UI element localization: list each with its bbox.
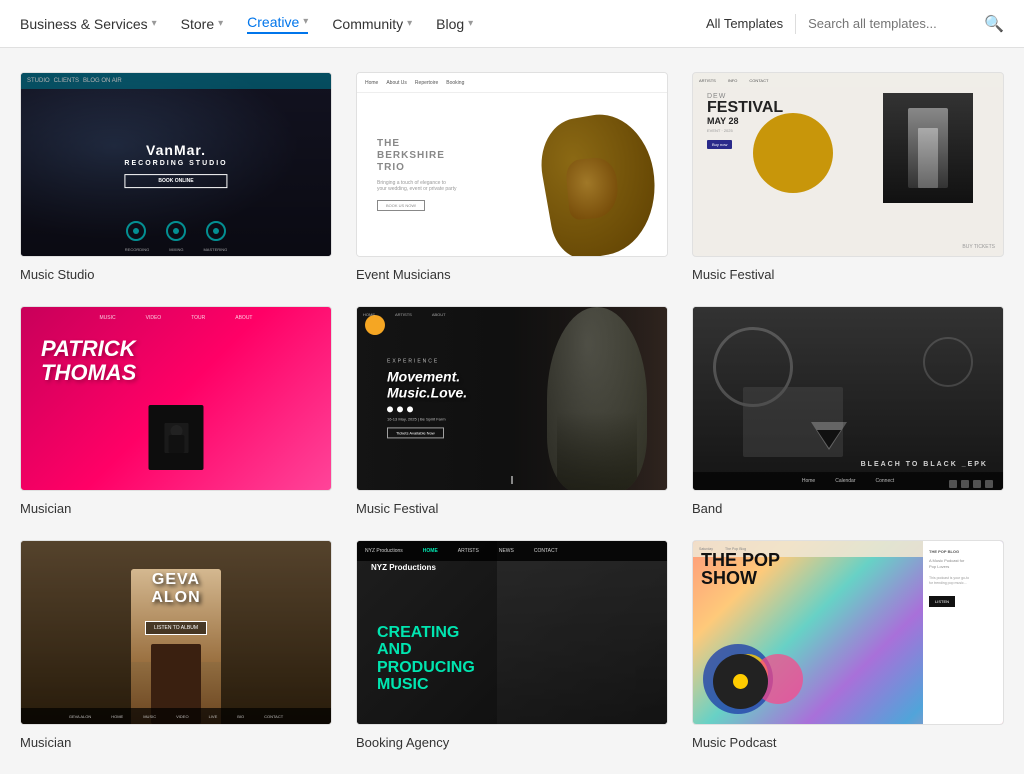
template-card-band[interactable]: BLEACH TO BLACK _EPK HomeCalendarConnect… <box>692 306 1004 516</box>
template-card-musician-2[interactable]: GEVAALON LISTEN TO ALBUM GEVA ALONHOMEMU… <box>20 540 332 750</box>
chevron-icon-creative: ▾ <box>303 16 308 27</box>
search-icon-button[interactable]: 🔍 <box>984 14 1004 34</box>
template-label-music-festival-1: Music Festival <box>692 267 1004 282</box>
template-card-music-festival-2[interactable]: HOME ARTISTS ABOUT EXPERIENCE Movement.M… <box>356 306 668 516</box>
nav-right: All Templates 🔍 <box>706 14 1004 34</box>
nav-label-store: Store <box>181 16 214 32</box>
template-grid: STUDIOCLIENTSBLOG ON AIR VanMar. RECORDI… <box>20 72 1004 750</box>
chevron-icon-store: ▾ <box>218 18 223 29</box>
template-label-musician: Musician <box>20 501 332 516</box>
template-card-booking-agency[interactable]: NYZ Productions HOME ARTISTS NEWS CONTAC… <box>356 540 668 750</box>
nav-label-community: Community <box>332 16 403 32</box>
chevron-icon-community: ▾ <box>407 18 412 29</box>
template-card-music-festival-1[interactable]: ARTISTS INFO CONTACT DEW FESTIVAL MAY 28… <box>692 72 1004 282</box>
nav-item-creative[interactable]: Creative ▾ <box>247 14 308 34</box>
template-label-music-podcast: Music Podcast <box>692 735 1004 750</box>
template-label-booking-agency: Booking Agency <box>356 735 668 750</box>
template-label-musician-2: Musician <box>20 735 332 750</box>
template-thumbnail-musician: MUSICVIDEOTOURABOUT PATRICKTHOMAS <box>20 306 332 491</box>
template-thumbnail-music-festival-2: HOME ARTISTS ABOUT EXPERIENCE Movement.M… <box>356 306 668 491</box>
template-thumbnail-band: BLEACH TO BLACK _EPK HomeCalendarConnect <box>692 306 1004 491</box>
template-label-band: Band <box>692 501 1004 516</box>
nav-divider <box>795 14 796 34</box>
nav-item-business[interactable]: Business & Services ▾ <box>20 16 157 32</box>
search-input[interactable] <box>808 16 978 31</box>
template-thumbnail-music-podcast: THE POP BLOG A Music Podcast forPop Love… <box>692 540 1004 725</box>
template-thumbnail-booking-agency: NYZ Productions HOME ARTISTS NEWS CONTAC… <box>356 540 668 725</box>
template-label-music-festival-2: Music Festival <box>356 501 668 516</box>
nav-label-blog: Blog <box>436 16 464 32</box>
template-card-music-studio[interactable]: STUDIOCLIENTSBLOG ON AIR VanMar. RECORDI… <box>20 72 332 282</box>
template-thumbnail-musician-2: GEVAALON LISTEN TO ALBUM GEVA ALONHOMEMU… <box>20 540 332 725</box>
all-templates-button[interactable]: All Templates <box>706 16 783 31</box>
search-box: 🔍 <box>808 14 1004 34</box>
chevron-icon-business: ▾ <box>152 18 157 29</box>
navbar: Business & Services ▾ Store ▾ Creative ▾… <box>0 0 1024 48</box>
template-label-event-musicians: Event Musicians <box>356 267 668 282</box>
nav-label-business: Business & Services <box>20 16 148 32</box>
search-icon: 🔍 <box>984 14 1004 34</box>
template-card-musician[interactable]: MUSICVIDEOTOURABOUT PATRICKTHOMAS Musici… <box>20 306 332 516</box>
template-label-music-studio: Music Studio <box>20 267 332 282</box>
nav-item-community[interactable]: Community ▾ <box>332 16 412 32</box>
nav-item-store[interactable]: Store ▾ <box>181 16 224 32</box>
template-card-music-podcast[interactable]: THE POP BLOG A Music Podcast forPop Love… <box>692 540 1004 750</box>
chevron-icon-blog: ▾ <box>468 18 473 29</box>
template-thumbnail-music-studio: STUDIOCLIENTSBLOG ON AIR VanMar. RECORDI… <box>20 72 332 257</box>
template-thumbnail-event-musicians: HomeAbout UsRepertoireBooking THEBERKSHI… <box>356 72 668 257</box>
template-card-event-musicians[interactable]: HomeAbout UsRepertoireBooking THEBERKSHI… <box>356 72 668 282</box>
nav-label-creative: Creative <box>247 14 299 30</box>
template-thumbnail-music-festival-1: ARTISTS INFO CONTACT DEW FESTIVAL MAY 28… <box>692 72 1004 257</box>
main-content: STUDIOCLIENTSBLOG ON AIR VanMar. RECORDI… <box>0 48 1024 774</box>
nav-item-blog[interactable]: Blog ▾ <box>436 16 473 32</box>
nav-left: Business & Services ▾ Store ▾ Creative ▾… <box>20 14 706 34</box>
